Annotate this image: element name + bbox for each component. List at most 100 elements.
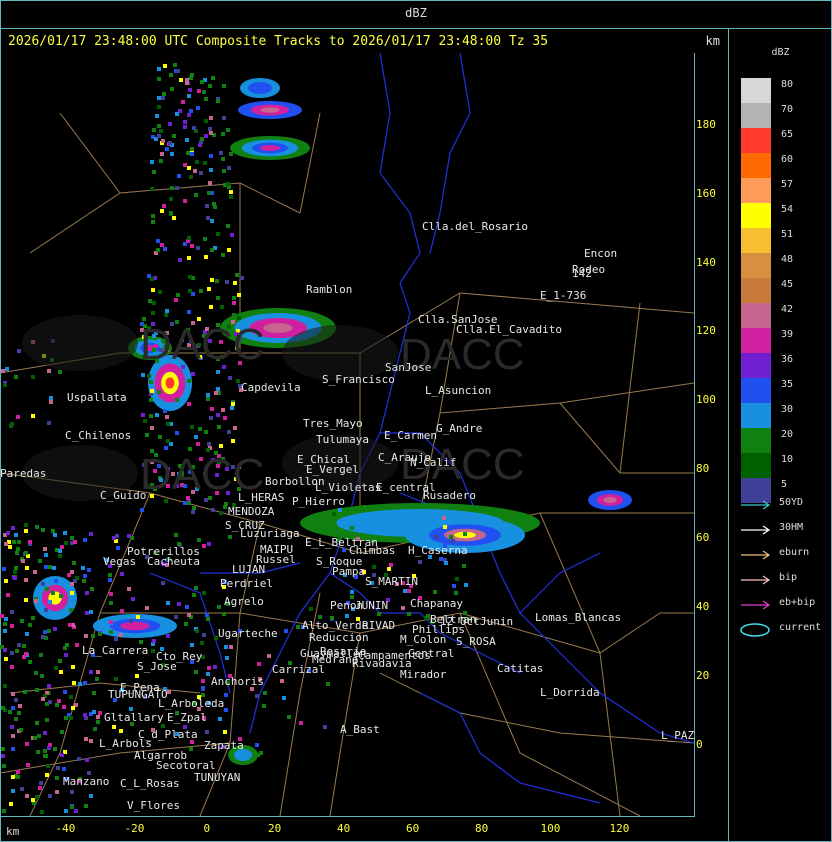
radar-echo-pixel (175, 186, 179, 190)
radar-echo-pixel (157, 134, 161, 138)
radar-echo-pixel (232, 313, 236, 317)
radar-echo-pixel (39, 781, 43, 785)
radar-echo-pixel (201, 679, 205, 683)
place-label: Paredas (0, 467, 47, 480)
radar-echo-pixel (145, 433, 149, 437)
river-network (149, 53, 694, 804)
place-label: L_Arboleda (158, 697, 225, 710)
radar-echo-pixel (150, 389, 154, 393)
x-axis-unit: km (6, 825, 20, 838)
x-tick-label: 100 (540, 822, 561, 835)
radar-echo-pixel (183, 163, 187, 167)
radar-echo-pixel (41, 582, 45, 586)
radar-echo-pixel (202, 591, 206, 595)
radar-echo-pixel (51, 529, 55, 533)
radar-echo-pixel (463, 532, 467, 536)
radar-echo-pixel (23, 690, 27, 694)
radar-echo-pixel (189, 76, 193, 80)
radar-echo-pixel (140, 508, 144, 512)
radar-echo-pixel (224, 693, 228, 697)
radar-echo-pixel (84, 634, 88, 638)
radar-echo-pixel (6, 531, 10, 535)
radar-echo-pixel (83, 538, 87, 542)
radar-echo-pixel (96, 670, 100, 674)
radar-echo-pixel (226, 224, 230, 228)
place-label: G_Andre (436, 422, 483, 435)
radar-echo-pixel (214, 391, 218, 395)
radar-echo-pixel (166, 439, 170, 443)
legend-value-label: 70 (781, 104, 794, 115)
radar-echo-pixel (135, 674, 139, 678)
radar-echo-pixel (35, 795, 39, 799)
radar-echo-pixel (209, 116, 213, 120)
radar-echo-pixel (168, 122, 172, 126)
radar-echo-pixel (48, 600, 52, 604)
radar-echo-pixel (31, 414, 35, 418)
radar-echo-pixel (11, 747, 15, 751)
radar-echo-pixel (55, 703, 59, 707)
radar-echo-pixel (71, 706, 75, 710)
radar-echo-pixel (213, 665, 217, 669)
radar-echo-pixel (44, 553, 48, 557)
radar-echo-pixel (14, 566, 18, 570)
radar-echo-pixel (112, 725, 116, 729)
radar-echo-pixel (85, 611, 89, 615)
radar-echo-pixel (187, 501, 191, 505)
radar-echo-pixel (209, 154, 213, 158)
legend-swatch (741, 178, 771, 203)
radar-echo-pixel (4, 657, 8, 661)
radar-echo-pixel (229, 152, 233, 156)
radar-echo-pixel (151, 311, 155, 315)
radar-echo-pixel (149, 380, 153, 384)
radar-echo-pixel (69, 608, 73, 612)
radar-echo-pixel (206, 672, 210, 676)
radar-echo-pixel (25, 632, 29, 636)
radar-echo-pixel (151, 649, 155, 653)
place-label: Lomas_Blancas (535, 611, 622, 624)
radar-echo-pixel (219, 511, 223, 515)
legend-track-label: current (779, 622, 822, 633)
radar-echo-pixel (208, 181, 212, 185)
radar-echo-pixel (164, 499, 168, 503)
legend-track-row: 30HM (739, 522, 829, 536)
radar-echo-pixel (220, 305, 224, 309)
radar-echo-pixel (85, 758, 89, 762)
radar-echo-pixel (16, 415, 20, 419)
radar-echo-pixel (37, 734, 41, 738)
radar-echo-pixel (362, 505, 366, 509)
radar-echo-pixel (205, 204, 209, 208)
y-tick-label: 160 (696, 187, 716, 200)
radar-echo-pixel (15, 649, 19, 653)
radar-echo-pixel (12, 540, 16, 544)
radar-echo-pixel (211, 76, 215, 80)
place-label: N_Calif (410, 456, 457, 469)
radar-echo-pixel (116, 546, 120, 550)
radar-echo-pixel (130, 536, 134, 540)
radar-echo-pixel (207, 287, 211, 291)
place-label: Tulumaya (316, 433, 369, 446)
radar-echo-pixel (64, 653, 68, 657)
legend-swatch (741, 253, 771, 278)
radar-echo-pixel (210, 407, 214, 411)
radar-echo-pixel (147, 374, 151, 378)
radar-echo-pixel (162, 92, 166, 96)
radar-echo-pixel (63, 690, 67, 694)
radar-echo-pixel (47, 421, 51, 425)
radar-map[interactable]: DACC DACC DACC DACC Clla.del_Rosario Encon Ro… (0, 53, 695, 817)
radar-echo-pixel (205, 730, 209, 734)
radar-echo-pixel (205, 613, 209, 617)
radar-echo-pixel (0, 645, 4, 649)
radar-echo-pixel (58, 554, 62, 558)
place-label: Clla.del_Rosario (422, 220, 528, 233)
radar-echo-pixel (201, 686, 205, 690)
radar-echo-pixel (165, 415, 169, 419)
radar-echo-pixel (13, 576, 17, 580)
radar-echo-pixel (442, 516, 446, 520)
radar-echo-pixel (174, 533, 178, 537)
radar-echo-pixel (39, 653, 43, 657)
radar-echo-pixel (131, 597, 135, 601)
radar-echo-pixel (129, 619, 133, 623)
x-tick-label: 120 (609, 822, 630, 835)
radar-echo-pixel (119, 633, 123, 637)
place-label: S_Francisco (322, 373, 395, 386)
